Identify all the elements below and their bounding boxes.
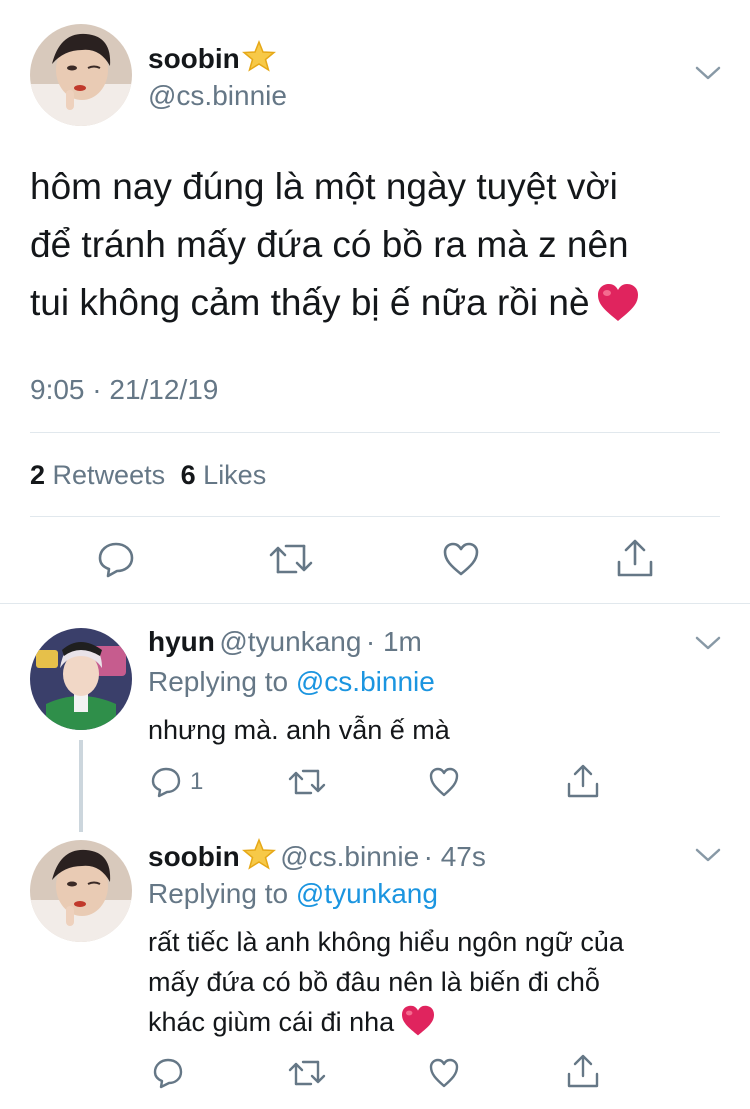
retweet-icon[interactable] [268, 540, 314, 578]
main-author-handle[interactable]: @cs.binnie [148, 80, 287, 112]
main-tweet-line: hôm nay đúng là một ngày tuyệt vời [30, 166, 618, 207]
divider [30, 432, 720, 433]
reply-text: rất tiếc là anh không hiểu ngôn ngữ của … [148, 922, 728, 1048]
like-icon[interactable] [428, 1058, 460, 1088]
reply-text-line: nhưng mà. anh vẫn ế mà [148, 715, 450, 745]
reply-icon[interactable] [150, 766, 182, 798]
main-author-name[interactable]: soobin [148, 39, 276, 79]
divider [0, 603, 750, 604]
chevron-down-icon[interactable] [694, 846, 722, 864]
main-tweet-text: hôm nay đúng là một ngày tuyệt vời để tr… [30, 158, 730, 340]
avatar-reply-soobin[interactable] [30, 840, 132, 942]
reply-author-name[interactable]: hyun [148, 626, 215, 657]
star-emoji-icon [241, 837, 276, 877]
thread-connector-line [79, 740, 83, 832]
reply-time[interactable]: · 1m [366, 626, 422, 657]
reply-text-line: mấy đứa có bồ đâu nên là biến đi chỗ [148, 967, 600, 997]
replying-to-label: Replying to [148, 878, 289, 909]
replying-to: Replying to @cs.binnie [148, 666, 435, 698]
retweet-label: Retweets [52, 460, 166, 490]
replying-to-handle[interactable]: @cs.binnie [296, 666, 435, 697]
reply-text-line: rất tiếc là anh không hiểu ngôn ngữ của [148, 927, 624, 957]
heart-emoji-icon [596, 282, 640, 340]
reply-header: soobin @cs.binnie · 47s [148, 837, 486, 877]
share-icon[interactable] [566, 764, 600, 800]
reply-author-handle[interactable]: @tyunkang [219, 626, 361, 657]
share-icon[interactable] [615, 538, 655, 580]
star-emoji-icon [241, 39, 276, 79]
chevron-down-icon[interactable] [694, 634, 722, 652]
avatar-main[interactable] [30, 24, 132, 126]
like-icon[interactable] [442, 541, 480, 577]
avatar-reply-hyun[interactable] [30, 628, 132, 730]
main-tweet-line: để tránh mấy đứa có bồ ra mà z nên [30, 224, 629, 265]
reply-icon[interactable] [97, 540, 135, 578]
reply-text-line: khác giùm cái đi nha [148, 1002, 728, 1048]
engagement-counts[interactable]: 2 Retweets 6 Likes [30, 460, 266, 491]
divider [30, 516, 720, 517]
retweet-icon[interactable] [287, 1057, 327, 1089]
like-count: 6 [180, 460, 196, 490]
like-icon[interactable] [428, 767, 460, 797]
share-icon[interactable] [566, 1054, 600, 1090]
reply-icon[interactable] [152, 1057, 184, 1089]
retweet-count: 2 [30, 460, 46, 490]
reply-author-name[interactable]: soobin [148, 837, 276, 872]
timestamp[interactable]: 9:05 · 21/12/19 [30, 374, 218, 406]
heart-emoji-icon [400, 1005, 436, 1048]
reply-author-handle[interactable]: @cs.binnie [280, 841, 419, 872]
reply-text: nhưng mà. anh vẫn ế mà [148, 710, 450, 750]
chevron-down-icon[interactable] [694, 64, 722, 82]
main-tweet-line: tui không cảm thấy bị ế nữa rồi nè [30, 274, 730, 340]
retweet-icon[interactable] [287, 766, 327, 798]
replying-to: Replying to @tyunkang [148, 878, 438, 910]
replying-to-label: Replying to [148, 666, 289, 697]
like-label: Likes [203, 460, 267, 490]
reply-header: hyun @tyunkang · 1m [148, 626, 422, 658]
replying-to-handle[interactable]: @tyunkang [296, 878, 438, 909]
reply-count: 1 [190, 768, 204, 795]
reply-time[interactable]: · 47s [424, 841, 486, 872]
